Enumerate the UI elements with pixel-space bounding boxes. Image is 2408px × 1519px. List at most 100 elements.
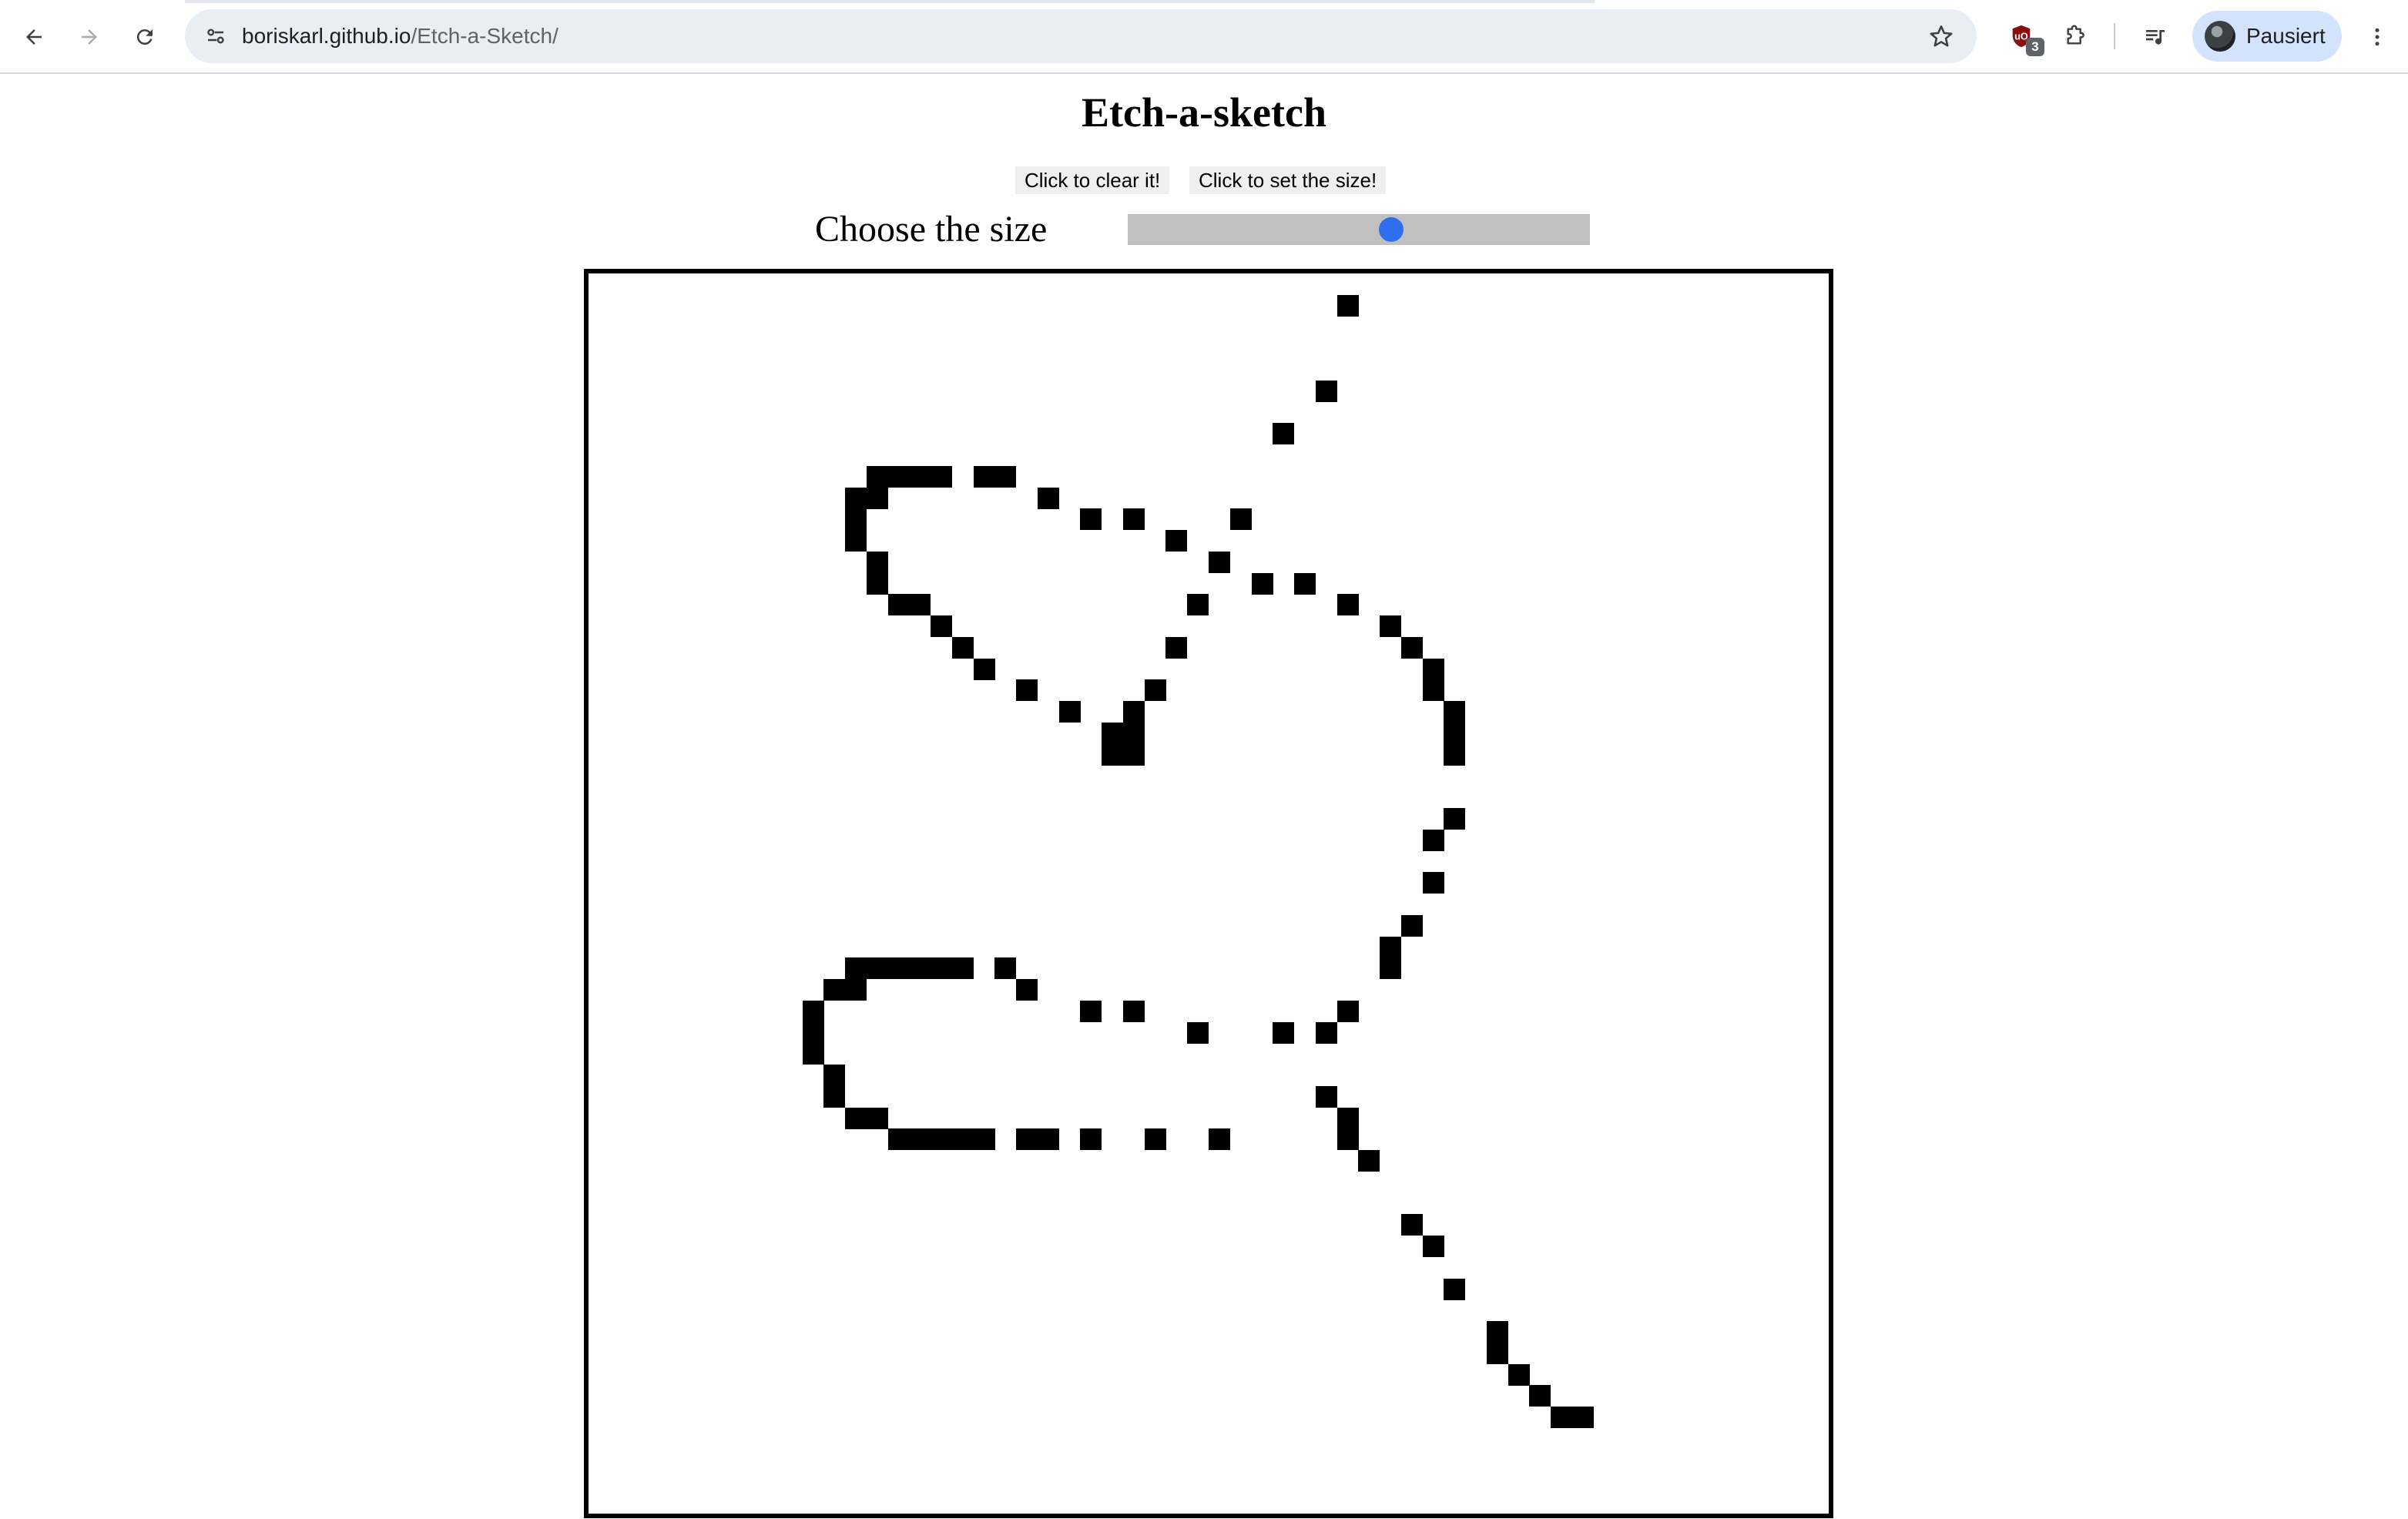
grid-cell-filled[interactable] xyxy=(866,465,888,488)
grid-cell-filled[interactable] xyxy=(887,594,910,616)
grid-cell-filled[interactable] xyxy=(1422,1236,1444,1258)
grid-cell-filled[interactable] xyxy=(1336,1128,1359,1151)
grid-cell-filled[interactable] xyxy=(1315,1021,1337,1044)
grid-cell-filled[interactable] xyxy=(1122,508,1145,531)
grid-cell-filled[interactable] xyxy=(1273,1021,1295,1044)
grid-cell-filled[interactable] xyxy=(1508,1363,1530,1386)
grid-cell-filled[interactable] xyxy=(823,1065,846,1087)
extension-ublock-button[interactable]: uO 3 xyxy=(2003,18,2044,56)
grid-cell-filled[interactable] xyxy=(845,508,867,531)
grid-cell-filled[interactable] xyxy=(1444,722,1466,744)
grid-cell-filled[interactable] xyxy=(1486,1321,1508,1343)
grid-cell-filled[interactable] xyxy=(909,465,931,488)
grid-cell-filled[interactable] xyxy=(1422,658,1444,680)
browser-menu-button[interactable] xyxy=(2359,18,2396,55)
grid-cell-filled[interactable] xyxy=(1080,508,1102,531)
grid-cell-filled[interactable] xyxy=(1037,487,1059,509)
grid-cell-filled[interactable] xyxy=(1400,914,1423,937)
grid-cell-filled[interactable] xyxy=(1122,722,1145,744)
grid-cell-filled[interactable] xyxy=(1144,1128,1166,1151)
grid-cell-filled[interactable] xyxy=(887,1128,910,1151)
grid-cell-filled[interactable] xyxy=(1422,829,1444,851)
grid-cell-filled[interactable] xyxy=(802,1021,824,1044)
grid-cell-filled[interactable] xyxy=(866,487,888,509)
grid-cell-filled[interactable] xyxy=(1209,1128,1230,1151)
grid-cell-filled[interactable] xyxy=(887,957,910,980)
grid-cell-filled[interactable] xyxy=(823,1085,846,1108)
grid-cell-filled[interactable] xyxy=(1315,380,1337,402)
grid-cell-filled[interactable] xyxy=(973,658,995,680)
grid-cell-filled[interactable] xyxy=(1336,594,1359,616)
grid-cell-filled[interactable] xyxy=(1444,1278,1466,1300)
grid-cell-filled[interactable] xyxy=(1102,722,1124,744)
grid-cell-filled[interactable] xyxy=(1187,1021,1209,1044)
grid-cell-filled[interactable] xyxy=(1251,572,1273,595)
grid-cell-filled[interactable] xyxy=(931,615,953,638)
grid-cell-filled[interactable] xyxy=(1102,743,1124,766)
set-size-button[interactable]: Click to set the size! xyxy=(1189,166,1387,194)
grid-cell-filled[interactable] xyxy=(931,957,953,980)
grid-cell-filled[interactable] xyxy=(1380,615,1402,638)
grid-cell-filled[interactable] xyxy=(1209,551,1230,573)
forward-button[interactable] xyxy=(71,18,108,55)
grid-cell-filled[interactable] xyxy=(845,979,867,1001)
grid-cell-filled[interactable] xyxy=(1016,679,1038,702)
grid-cell-filled[interactable] xyxy=(1422,872,1444,894)
grid-cell-filled[interactable] xyxy=(1571,1407,1594,1429)
grid-cell-filled[interactable] xyxy=(1336,1107,1359,1129)
grid-cell-filled[interactable] xyxy=(1016,1128,1038,1151)
grid-cell-filled[interactable] xyxy=(1400,636,1423,659)
grid-cell-filled[interactable] xyxy=(1400,1214,1423,1236)
grid-cell-filled[interactable] xyxy=(1187,594,1209,616)
grid-cell-filled[interactable] xyxy=(1444,743,1466,766)
clear-button[interactable]: Click to clear it! xyxy=(1015,166,1170,194)
grid-cell-filled[interactable] xyxy=(973,465,995,488)
grid-cell-filled[interactable] xyxy=(845,1107,867,1129)
grid-cell-filled[interactable] xyxy=(994,465,1017,488)
grid-cell-filled[interactable] xyxy=(1165,530,1188,552)
grid-cell-filled[interactable] xyxy=(866,957,888,980)
size-slider-thumb[interactable] xyxy=(1379,217,1404,242)
grid-cell-filled[interactable] xyxy=(973,1128,995,1151)
grid-cell-filled[interactable] xyxy=(1551,1407,1573,1429)
size-slider[interactable] xyxy=(1128,214,1590,245)
grid-cell-filled[interactable] xyxy=(994,957,1017,980)
grid-cell-filled[interactable] xyxy=(951,1128,974,1151)
grid-cell-filled[interactable] xyxy=(1122,1000,1145,1022)
grid-cell-filled[interactable] xyxy=(1080,1000,1102,1022)
grid-cell-filled[interactable] xyxy=(1422,679,1444,702)
grid-cell-filled[interactable] xyxy=(1294,572,1316,595)
grid-cell-filled[interactable] xyxy=(1315,1085,1337,1108)
grid-cell-filled[interactable] xyxy=(1229,508,1252,531)
grid-cell-filled[interactable] xyxy=(1165,636,1188,659)
grid-cell-filled[interactable] xyxy=(802,1000,824,1022)
address-bar[interactable]: boriskarl.github.io/Etch-a-Sketch/ xyxy=(185,9,1977,63)
grid-cell-filled[interactable] xyxy=(909,594,931,616)
grid-cell-filled[interactable] xyxy=(951,957,974,980)
grid-cell-filled[interactable] xyxy=(845,957,867,980)
grid-cell-filled[interactable] xyxy=(1037,1128,1059,1151)
grid-cell-filled[interactable] xyxy=(1336,1000,1359,1022)
grid-cell-filled[interactable] xyxy=(1358,1150,1380,1172)
grid-cell-filled[interactable] xyxy=(866,551,888,573)
grid-cell-filled[interactable] xyxy=(802,1043,824,1065)
grid-cell-filled[interactable] xyxy=(1122,701,1145,723)
grid-cell-filled[interactable] xyxy=(1529,1385,1551,1407)
grid-cell-filled[interactable] xyxy=(845,530,867,552)
profile-button[interactable]: Pausiert xyxy=(2192,11,2342,62)
grid-cell-filled[interactable] xyxy=(845,487,867,509)
grid-cell-filled[interactable] xyxy=(1336,294,1359,317)
back-button[interactable] xyxy=(15,18,52,55)
extensions-button[interactable] xyxy=(2057,18,2094,55)
grid-cell-filled[interactable] xyxy=(1273,423,1295,445)
grid-cell-filled[interactable] xyxy=(951,636,974,659)
grid-cell-filled[interactable] xyxy=(823,979,846,1001)
grid-cell-filled[interactable] xyxy=(1444,701,1466,723)
media-controls-button[interactable] xyxy=(2137,18,2174,55)
grid-cell-filled[interactable] xyxy=(1058,701,1081,723)
grid-cell-filled[interactable] xyxy=(1080,1128,1102,1151)
grid-cell-filled[interactable] xyxy=(1144,679,1166,702)
grid-cell-filled[interactable] xyxy=(1486,1342,1508,1364)
sketch-grid[interactable] xyxy=(584,269,1833,1518)
grid-cell-filled[interactable] xyxy=(909,957,931,980)
